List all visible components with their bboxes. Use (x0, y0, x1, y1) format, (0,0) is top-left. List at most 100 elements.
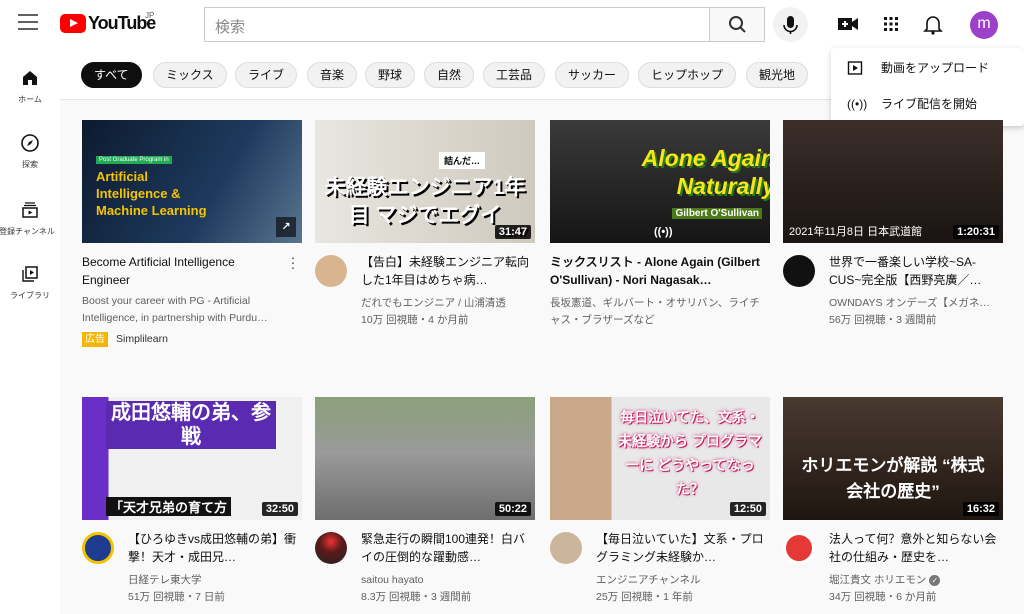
channel-name[interactable]: だれでもエンジニア / 山浦清透 (361, 295, 535, 312)
video-stats: 56万 回視聴・3 週間前 (829, 314, 937, 326)
video-title[interactable]: ミックスリスト - Alone Again (Gilbert O'Sulliva… (550, 253, 770, 289)
channel-avatar[interactable] (783, 532, 815, 564)
video-thumbnail[interactable]: Alone Again Naturally Gilbert O'Sullivan… (550, 120, 770, 243)
video-thumbnail[interactable]: 詰んだ… 未経験エンジニア1年目 マジでエグイ 31:47 (315, 120, 535, 243)
video-thumbnail[interactable]: 毎日泣いてた、文系・未経験から プログラマーに どうやってなった？ 12:50 (550, 397, 770, 520)
go-live-menu-item[interactable]: ((•)) ライブ配信を開始 (831, 86, 1024, 122)
video-stats: 8.3万 回視聴・3 週間前 (361, 591, 472, 603)
channel-avatar[interactable] (783, 255, 815, 287)
thumb-title: 毎日泣いてた、文系・未経験から プログラマーに どうやってなった？ (618, 409, 762, 497)
thumb-title: Alone Again Naturally (641, 145, 770, 199)
video-duration: 12:50 (729, 502, 766, 516)
video-card[interactable]: 毎日泣いてた、文系・未経験から プログラマーに どうやってなった？ 12:50 … (550, 397, 770, 606)
sidebar-item-library[interactable]: ライブラリ (0, 264, 60, 301)
video-title[interactable]: 法人って何？意外と知らない会社の仕組み・歴史を… (829, 530, 1003, 566)
search-button[interactable] (709, 7, 765, 42)
chip-all[interactable]: すべて (81, 62, 142, 88)
video-thumbnail[interactable]: Post Graduate Program in Artificial Inte… (82, 120, 302, 243)
upload-video-icon (847, 61, 863, 75)
chip[interactable]: ライブ (235, 62, 298, 88)
video-card[interactable]: Alone Again Naturally Gilbert O'Sullivan… (550, 120, 770, 329)
chip[interactable]: 音楽 (307, 62, 358, 88)
create-video-icon[interactable] (836, 12, 860, 36)
video-thumbnail[interactable]: 50:22 (315, 397, 535, 520)
video-stats: 10万 回視聴・4 か月前 (361, 314, 469, 326)
video-duration: 50:22 (494, 502, 531, 516)
youtube-logo[interactable]: YouTube JP (60, 11, 156, 34)
user-avatar[interactable]: m (970, 11, 998, 39)
video-card[interactable]: 成田悠輔の弟、参戦 「天才兄弟の育て方 32:50 【ひろゆきvs成田悠輔の弟】… (82, 397, 302, 606)
channel-name[interactable]: OWNDAYS オンデーズ【メガネ… (829, 295, 1003, 312)
video-card[interactable]: 2021年11月8日 日本武道館 1:20:31 世界で一番楽しい学校~SA-C… (783, 120, 1003, 329)
video-thumbnail[interactable]: ホリエモンが解説 “株式会社の歴史” 16:32 (783, 397, 1003, 520)
video-card[interactable]: ホリエモンが解説 “株式会社の歴史” 16:32 法人って何？意外と知らない会社… (783, 397, 1003, 606)
live-icon: ((•)) (847, 97, 868, 111)
search-icon (729, 16, 746, 33)
channel-name[interactable]: saitou hayato (361, 572, 535, 589)
create-menu: 動画をアップロード ((•)) ライブ配信を開始 (831, 48, 1024, 126)
thumb-caption: Post Graduate Program in (96, 156, 172, 164)
mic-icon (783, 16, 798, 34)
video-card[interactable]: 詰んだ… 未経験エンジニア1年目 マジでエグイ 31:47 【告白】未経験エンジ… (315, 120, 535, 329)
youtube-play-icon (60, 14, 86, 33)
thumb-caption: 「天才兄弟の育て方 (106, 497, 232, 516)
channel-avatar[interactable] (315, 532, 347, 564)
video-title[interactable]: 【告白】未経験エンジニア転向した1年目はめちゃ病… (361, 253, 535, 289)
apps-grid-icon[interactable] (879, 12, 903, 36)
notifications-bell-icon[interactable] (921, 12, 945, 36)
video-title[interactable]: 緊急走行の瞬間100連発！白バイの圧倒的な躍動感… (361, 530, 535, 566)
channel-name[interactable]: 堀江貴文 ホリエモン (829, 574, 926, 586)
chip[interactable]: ヒップホップ (638, 62, 737, 88)
channel-name[interactable]: エンジニアチャンネル (596, 572, 770, 589)
video-card[interactable]: Post Graduate Program in Artificial Inte… (82, 120, 302, 348)
channel-avatar[interactable] (315, 255, 347, 287)
search-input[interactable]: 検索 (204, 7, 710, 42)
sidebar-item-subscriptions[interactable]: 登録チャンネル (0, 200, 60, 237)
sidebar-item-label: 登録チャンネル (0, 227, 55, 236)
video-duration: 32:50 (261, 502, 298, 516)
region-label: JP (145, 11, 155, 20)
external-link-icon[interactable]: ↗ (276, 217, 296, 237)
mix-playlist-icon: ((•)) (654, 226, 673, 238)
channel-avatar[interactable] (82, 532, 114, 564)
more-actions-icon[interactable]: · · · (290, 250, 296, 274)
video-title[interactable]: 【毎日泣いていた】文系・プログラミング未経験か… (596, 530, 770, 566)
video-title[interactable]: 【ひろゆきvs成田悠輔の弟】衝撃！天才・成田兄… (128, 530, 302, 566)
video-thumbnail[interactable]: 成田悠輔の弟、参戦 「天才兄弟の育て方 32:50 (82, 397, 302, 520)
thumb-title: 成田悠輔の弟、参戦 (106, 401, 276, 449)
menu-item-label: 動画をアップロード (881, 61, 990, 75)
channel-avatar[interactable] (550, 532, 582, 564)
sidebar-item-label: ホーム (18, 95, 42, 104)
sidebar-item-explore[interactable]: 探索 (0, 133, 60, 170)
library-icon (22, 266, 38, 282)
video-duration: 16:32 (962, 502, 999, 516)
chip[interactable]: ミックス (153, 62, 227, 88)
thumb-title: 2021年11月8日 日本武道館 (789, 226, 923, 238)
subscriptions-icon (22, 202, 38, 218)
ad-description: Boost your career with PG - Artificial I… (82, 295, 268, 324)
sidebar-item-home[interactable]: ホーム (0, 68, 60, 105)
voice-search-button[interactable] (773, 7, 808, 42)
ad-badge: 広告 (82, 332, 108, 347)
thumb-title: 未経験エンジニア1年目 マジでエグイ (324, 175, 526, 227)
menu-icon[interactable] (18, 14, 38, 30)
channel-name[interactable]: Simplilearn (116, 333, 168, 345)
chip[interactable]: 野球 (365, 62, 416, 88)
video-thumbnail[interactable]: 2021年11月8日 日本武道館 1:20:31 (783, 120, 1003, 243)
video-card[interactable]: 50:22 緊急走行の瞬間100連発！白バイの圧倒的な躍動感… saitou h… (315, 397, 535, 606)
menu-item-label: ライブ配信を開始 (881, 97, 978, 111)
video-duration: 31:47 (494, 225, 531, 239)
channel-name[interactable]: 日経テレ東大学 (128, 572, 302, 589)
video-title[interactable]: Become Artificial Intelligence Engineer (82, 253, 272, 289)
thumb-title: Artificial Intelligence & Machine Learni… (96, 169, 207, 218)
chip[interactable]: サッカー (555, 62, 630, 88)
upload-video-menu-item[interactable]: 動画をアップロード (831, 50, 1024, 86)
video-title[interactable]: 世界で一番楽しい学校~SA-CUS~完全版【西野亮廣／… (829, 253, 1003, 289)
video-duration: 1:20:31 (953, 225, 999, 239)
chip[interactable]: 自然 (424, 62, 475, 88)
chip[interactable]: 観光地 (746, 62, 809, 88)
chip[interactable]: 工芸品 (483, 62, 546, 88)
home-icon (23, 71, 37, 85)
thumb-caption: 詰んだ… (438, 152, 485, 169)
channel-name[interactable]: 長坂憲道、ギルバート・オサリバン、ライチャス・ブラザーズなど (550, 295, 770, 329)
